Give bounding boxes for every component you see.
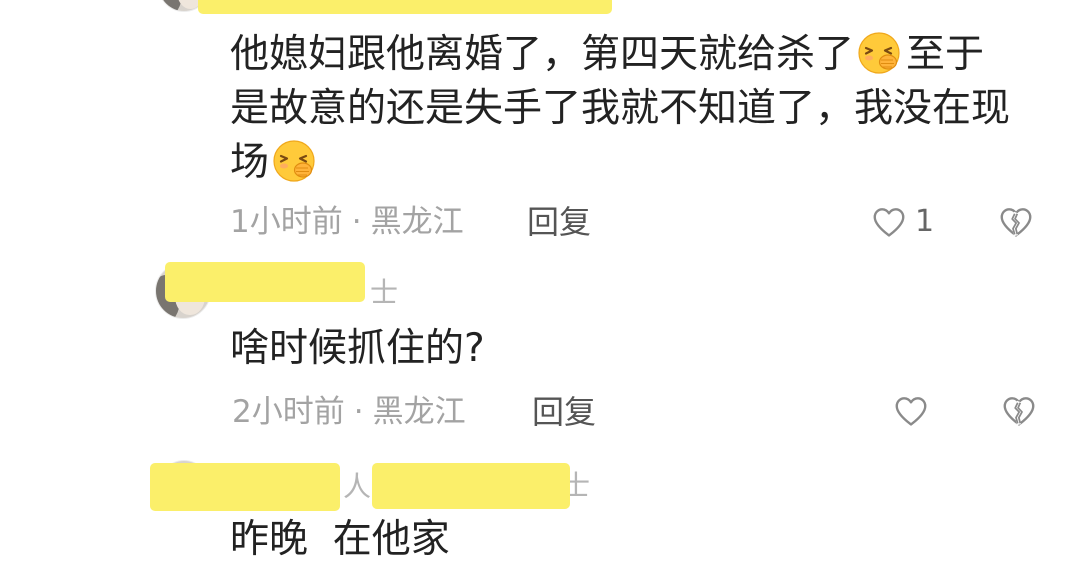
shushing-face-emoji-icon: [271, 137, 319, 185]
redaction-mark: [150, 463, 340, 511]
comment-location: 黑龙江: [370, 204, 464, 240]
heart-icon[interactable]: [892, 392, 930, 430]
like-count: 1: [915, 204, 935, 239]
comment-time: 2小时前: [232, 394, 345, 430]
username-fragment[interactable]: 士: [370, 277, 398, 309]
broken-heart-icon[interactable]: [997, 203, 1035, 241]
comment-text-segment: 他媳妇跟他离婚了，第四天就给杀了: [230, 32, 855, 77]
comment-time: 1小时前: [230, 204, 343, 240]
comment-text: 他媳妇跟他离婚了，第四天就给杀了 至于是故意的还是失手了我就不知道了，我没在现场: [230, 28, 1018, 190]
redaction-mark: [198, 0, 612, 14]
comment-text: 昨晚 在他家: [230, 517, 450, 562]
meta-separator: ·: [353, 394, 364, 430]
meta-separator: ·: [351, 204, 362, 240]
comment-location: 黑龙江: [372, 394, 466, 430]
reply-button[interactable]: 回复: [532, 393, 596, 431]
comment-meta: 1小时前 · 黑龙江: [230, 203, 464, 241]
shushing-face-emoji-icon: [856, 29, 904, 77]
heart-icon[interactable]: [870, 203, 908, 241]
redaction-mark: [372, 463, 570, 509]
reply-button[interactable]: 回复: [527, 203, 591, 241]
avatar-hair: [159, 0, 182, 11]
redaction-mark: [165, 262, 365, 302]
broken-heart-icon[interactable]: [1000, 392, 1038, 430]
comment-meta: 2小时前 · 黑龙江: [232, 393, 466, 431]
username-fragment[interactable]: 人: [343, 471, 371, 503]
comment-text: 啥时候抓住的?: [230, 326, 485, 371]
